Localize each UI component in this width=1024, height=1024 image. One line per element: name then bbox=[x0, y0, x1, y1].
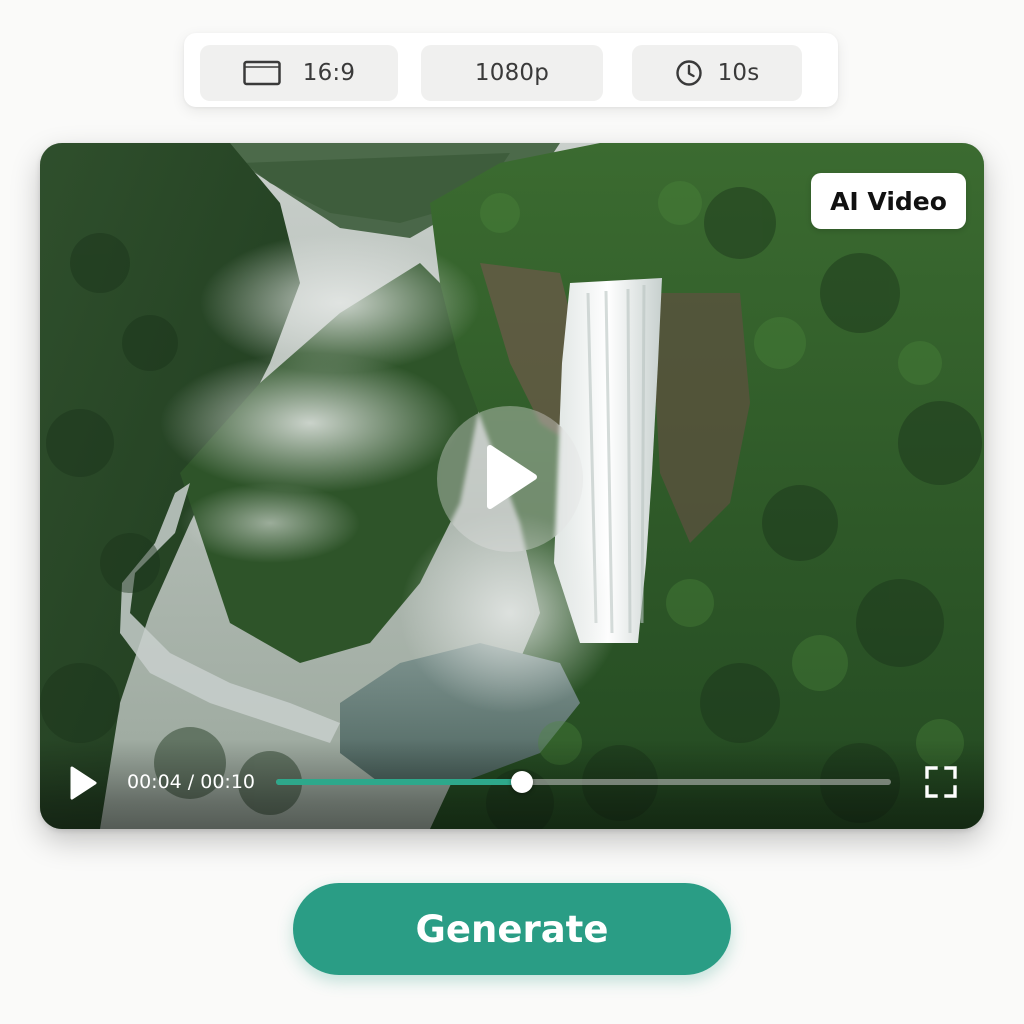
time-separator: / bbox=[181, 771, 201, 793]
video-player[interactable]: AI Video 00:04 / 00:10 bbox=[40, 143, 984, 829]
fullscreen-icon bbox=[924, 766, 958, 803]
fullscreen-button[interactable] bbox=[924, 765, 958, 799]
control-play-button[interactable] bbox=[68, 765, 98, 801]
generate-button[interactable]: Generate bbox=[293, 883, 731, 975]
current-time: 00:04 bbox=[127, 771, 182, 793]
progress-handle[interactable] bbox=[511, 771, 533, 793]
play-icon bbox=[68, 766, 98, 805]
resolution-label: 1080p bbox=[474, 60, 550, 86]
center-play-button[interactable] bbox=[437, 406, 583, 552]
total-time: 00:10 bbox=[200, 771, 256, 793]
video-settings-bar: 16:9 1080p 10s bbox=[184, 33, 838, 107]
aspect-ratio-icon bbox=[243, 60, 281, 86]
aspect-ratio-label: 16:9 bbox=[302, 60, 356, 86]
play-icon bbox=[480, 442, 540, 517]
aspect-ratio-selector[interactable]: 16:9 bbox=[200, 45, 398, 101]
duration-label: 10s bbox=[717, 60, 760, 86]
progress-fill bbox=[276, 779, 522, 785]
ai-video-badge: AI Video bbox=[811, 173, 966, 229]
progress-bar[interactable] bbox=[276, 771, 891, 793]
player-controls: 00:04 / 00:10 bbox=[40, 739, 984, 829]
duration-selector[interactable]: 10s bbox=[632, 45, 802, 101]
clock-icon bbox=[675, 59, 703, 87]
resolution-selector[interactable]: 1080p bbox=[421, 45, 603, 101]
time-display: 00:04 / 00:10 bbox=[127, 771, 255, 793]
